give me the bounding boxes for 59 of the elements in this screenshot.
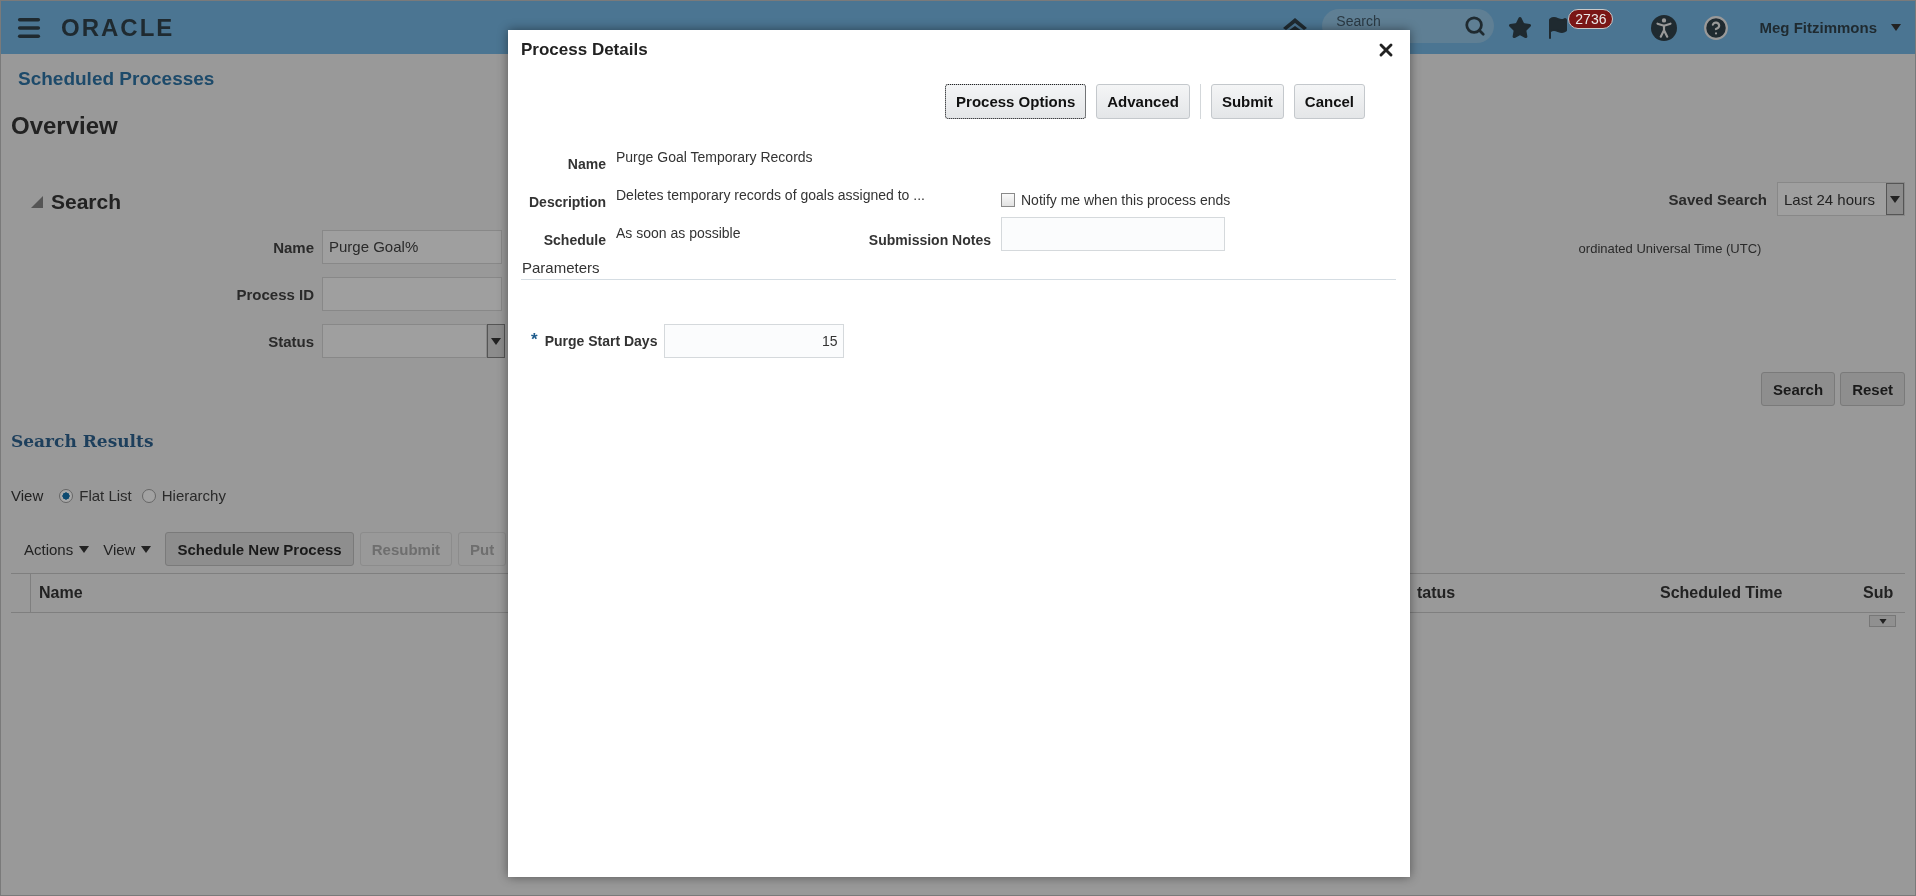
logo[interactable]: ORACLE [61,13,175,42]
field-label: Status [267,332,314,350]
checkbox-label[interactable]: Notify me when this process ends [1021,192,1231,208]
section-title: Parameters [521,259,1396,280]
detail-value: Deletes temporary records of goals assigned to ... [616,187,926,204]
help-icon[interactable] [1703,14,1730,41]
dropdown-button[interactable] [487,324,505,358]
field-label: Saved Search [1668,190,1767,208]
dialog-button[interactable]: Cancel [1293,84,1365,119]
required-mark: * [531,330,538,348]
dialog-button[interactable]: Submit [1210,84,1284,119]
caret-icon [491,337,501,345]
search-button[interactable]: Search [1761,372,1836,406]
detail-label: Submission Notes [867,231,991,248]
column-header[interactable]: Sub [1855,584,1893,602]
caret-icon [79,545,90,553]
notification-count: 2736 [1568,8,1614,29]
section-title[interactable]: Search Results [11,431,154,451]
search-button[interactable]: Reset [1840,372,1905,406]
column-header[interactable]: Scheduled Time [1652,584,1855,602]
section-title: Search [51,190,122,214]
detail-label: Description [528,193,606,210]
radio-button[interactable] [59,488,74,503]
time-zone-note: ordinated Universal Time (UTC) [1578,241,1762,256]
checkbox[interactable] [1001,193,1015,207]
page-title: Overview [11,112,118,140]
field-label: Name [272,238,314,256]
search-icon[interactable] [1464,15,1487,37]
caret-icon [1890,195,1900,203]
menu-button[interactable]: Actions [24,540,98,558]
column-header[interactable]: tatus [1409,584,1652,602]
caret-icon [1878,618,1887,624]
dialog-title: Process Details [521,40,648,60]
detail-value: As soon as possible [616,225,742,242]
user-name[interactable]: Meg Fitzimmons [1759,19,1877,36]
detail-label: Name [566,155,606,172]
star-icon[interactable] [1508,15,1533,40]
accessibility-icon[interactable] [1651,14,1678,41]
field-label: Process ID [235,285,314,303]
view-label: View [11,487,44,504]
caret-icon [1891,24,1901,31]
collapse-icon[interactable] [31,196,43,208]
caret-icon [141,545,152,553]
radio-label[interactable]: Flat List [79,487,132,504]
input-field[interactable] [322,277,502,311]
dialog-button[interactable]: Process Options [945,84,1087,119]
radio-button[interactable] [141,488,156,503]
input-field[interactable]: Purge Goal% [322,230,502,264]
dialog-button[interactable]: Advanced [1096,84,1190,119]
field-label: Purge Start Days [544,333,658,349]
radio-label[interactable]: Hierarchy [161,487,226,504]
dropdown-button[interactable] [1869,615,1896,627]
detail-label: Schedule [542,231,606,248]
saved-search-select[interactable]: Last 24 hours [1777,182,1905,216]
menu-button[interactable]: View [103,540,160,558]
breadcrumb-link[interactable]: Scheduled Processes [18,68,215,90]
detail-value: Purge Goal Temporary Records [616,149,814,166]
input-field[interactable]: 15 [664,324,845,358]
toolbar-button[interactable]: Schedule New Process [165,532,354,566]
